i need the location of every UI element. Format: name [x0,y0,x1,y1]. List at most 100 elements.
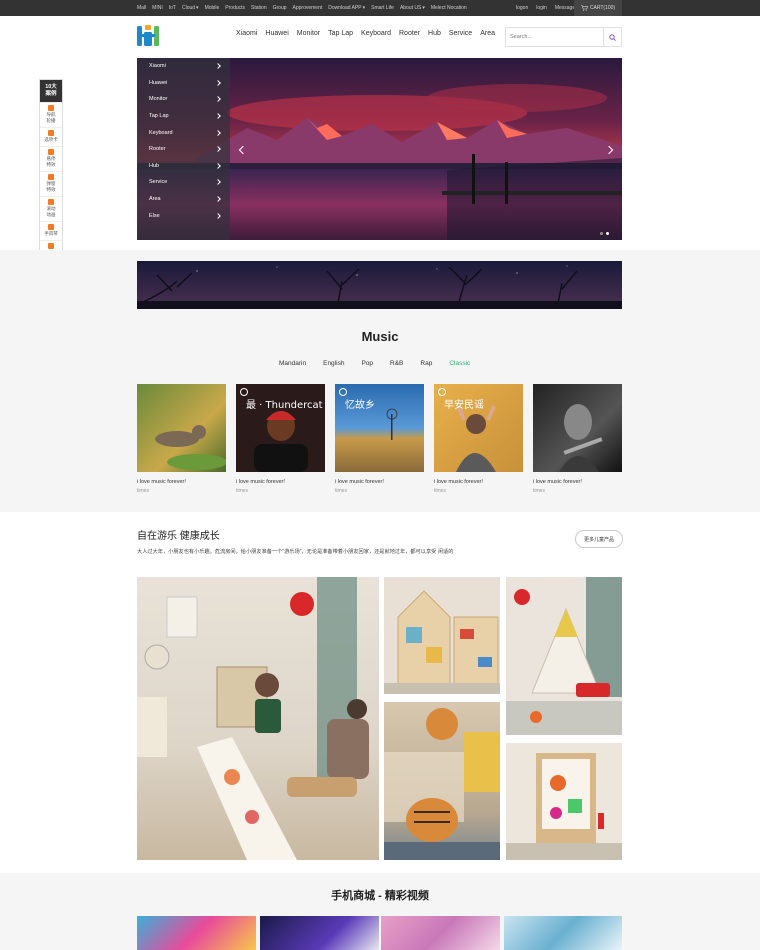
nav-item[interactable]: Monitor [297,30,320,42]
sidebar-item-icon [48,243,54,249]
music-cover-title: 早安民谣 [444,400,484,411]
category-menu-item[interactable]: Else [137,207,230,224]
sidebar-heading-line1: 10大 [45,84,57,90]
sidebar-item[interactable]: 手风琴 [40,221,62,240]
music-tab[interactable]: Pop [361,360,373,370]
kids-description: 大人过大年，小朋友也有小乐趣。危流房间，给小朋友准备一个"游乐场"，无论是准备带… [137,549,454,555]
nav-item[interactable]: Rooter [399,30,420,42]
chevron-right-icon [215,63,221,70]
top-link[interactable]: IoT [169,5,176,11]
video-thumb[interactable] [260,916,379,950]
sidebar-item[interactable]: 悬停 特效 [40,146,62,171]
sidebar-item[interactable]: 滚动 动画 [40,196,62,221]
sidebar-item[interactable]: 选项卡 [40,127,62,146]
account-link[interactable]: login [536,5,547,11]
nav-item[interactable]: Huawei [265,30,288,42]
shop-title: 手机商城 - 精彩视频 [331,890,429,902]
night-banner[interactable] [137,261,622,309]
music-tab[interactable]: English [323,360,344,370]
music-card[interactable]: 早安民谣 i love music forever! times [434,384,523,494]
kids-shelf-photo[interactable] [384,577,500,694]
category-menu-item[interactable]: Service [137,174,230,191]
nav-item[interactable]: Keyboard [361,30,391,42]
top-link[interactable]: Smart Life [371,5,394,11]
top-bar: Mall MINI IoT Cloud ▾ Mobile Products Station Gr… [0,0,760,16]
category-label: Area [149,196,161,203]
top-link[interactable]: Station [251,5,267,11]
more-kids-products-button[interactable]: 更多儿童产品 [575,530,623,548]
category-label: Tap Lap [149,113,169,120]
category-menu-item[interactable]: Monitor [137,91,230,108]
music-tab[interactable]: R&B [390,360,403,370]
category-label: Huawei [149,79,168,86]
music-card[interactable]: 忆故乡 i love music forever! times [335,384,424,494]
cart-button[interactable]: CART(100) [574,0,622,16]
nav-item[interactable]: Service [449,30,472,42]
music-card[interactable]: 最 · Thundercat i love music forever! tim… [236,384,325,494]
kids-room-main-photo[interactable] [137,577,379,860]
chevron-right-icon [215,80,221,86]
slide-dot[interactable] [600,232,603,235]
nav-item[interactable]: Hub [428,30,441,42]
music-card[interactable]: i love music forever! times [137,384,226,494]
category-menu-item[interactable]: Area [137,191,230,208]
account-link[interactable]: Message [555,5,575,11]
category-menu-item[interactable]: Keyboard [137,124,230,141]
category-menu-item[interactable]: Hub [137,158,230,175]
sidebar-item-label: 选项卡 [44,137,58,142]
chevron-down-icon: ▾ [362,5,366,11]
nav-item[interactable]: Tap Lap [328,30,353,42]
music-cover-rock [533,384,622,472]
music-card-caption: i love music forever! [335,479,384,485]
category-menu-item[interactable]: Huawei [137,75,230,92]
music-tab[interactable]: Rap [420,360,432,370]
top-link[interactable]: Mall [137,5,146,11]
top-link[interactable]: Cloud [182,5,195,11]
top-link[interactable]: Download APP [328,5,361,11]
top-link[interactable]: Products [225,5,245,11]
site-logo[interactable] [137,25,159,47]
music-card[interactable]: i love music forever! times [533,384,622,494]
category-label: Monitor [149,96,168,103]
kids-teepee-photo[interactable] [506,577,622,735]
video-thumb[interactable] [381,916,500,950]
music-cover-title: 忆故乡 [345,400,375,411]
top-link[interactable]: Mobile [205,5,220,11]
slide-dot[interactable] [606,232,609,235]
top-link[interactable]: MINI [152,5,163,11]
chevron-down-icon: ▾ [422,5,425,11]
slide-dots [600,232,609,235]
top-link[interactable]: Melect Nocation [431,5,467,11]
sidebar-item-icon [48,130,54,136]
kids-tiger-toy-photo[interactable] [384,702,500,860]
sidebar-item-label: 手风琴 [44,231,58,236]
search-box [505,27,622,47]
kids-easel-photo[interactable] [506,743,622,860]
chevron-right-icon [215,129,221,136]
top-links: Mall MINI IoT Cloud ▾ Mobile Products Station Gr… [137,0,467,16]
music-card-sub: times [236,488,248,494]
sidebar-item[interactable]: 弹窗 特效 [40,171,62,196]
music-tab[interactable]: Classic [449,360,470,370]
music-tab[interactable]: Mandarin [279,360,306,370]
top-link[interactable]: About US [400,5,421,11]
nav-item[interactable]: Area [480,30,495,42]
category-menu-item[interactable]: Rooter [137,141,230,158]
search-input[interactable] [506,28,603,46]
category-label: Keyboard [149,129,173,136]
top-link[interactable]: Group [273,5,287,11]
sidebar-item[interactable]: 导航 轮播 [40,102,62,127]
video-thumb[interactable] [137,916,256,950]
music-card-caption: i love music forever! [533,479,582,485]
category-menu-item[interactable]: Tap Lap [137,108,230,125]
top-link[interactable]: Approvement [293,5,323,11]
search-button[interactable] [603,28,621,46]
nav-item[interactable]: Xiaomi [236,30,257,42]
music-cover-hometown: 忆故乡 [335,384,424,472]
account-link[interactable]: logon [516,5,528,11]
category-menu-item[interactable]: Xiaomi [137,58,230,75]
sidebar-item-label: 轮播 [46,118,56,123]
video-thumb[interactable] [504,916,622,950]
category-label: Else [149,212,160,219]
shop-section-background [0,873,760,950]
